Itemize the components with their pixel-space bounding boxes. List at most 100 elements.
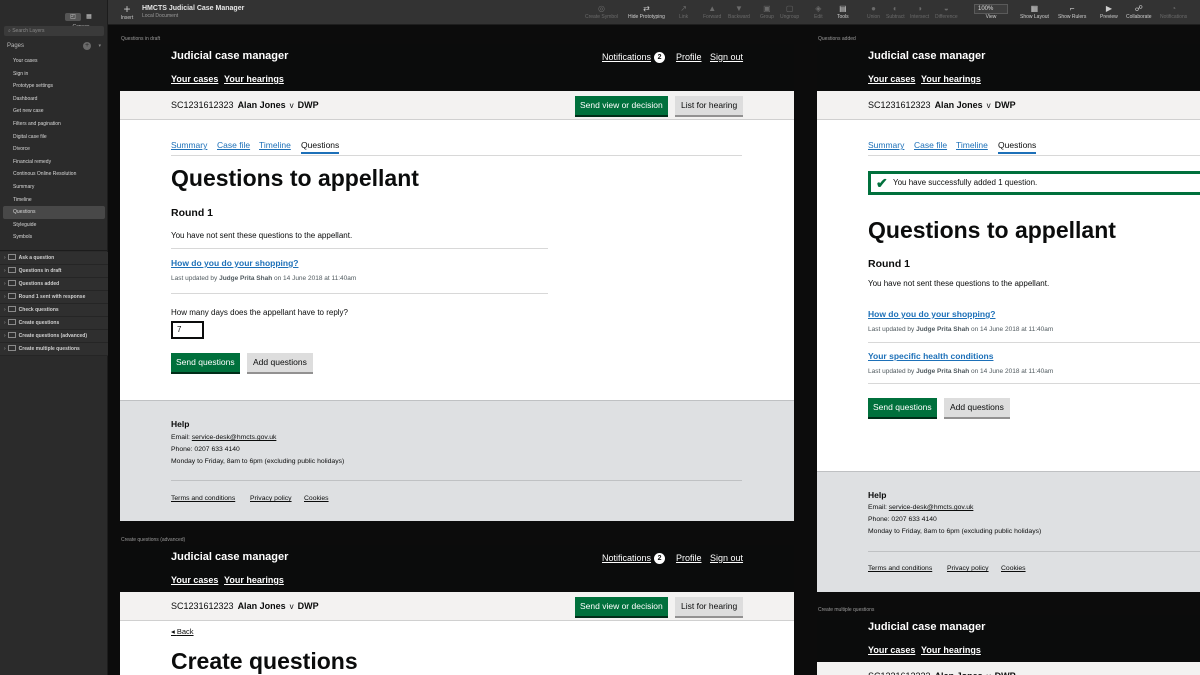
tab-summary[interactable]: Summary xyxy=(171,140,207,150)
collaborate-button[interactable]: ☍ Collaborate xyxy=(1126,4,1152,20)
chevron-down-icon[interactable]: ▾ xyxy=(98,43,101,49)
site-brand[interactable]: Judicial case manager xyxy=(868,50,985,62)
artboard-layer[interactable]: › Create multiple questions xyxy=(0,343,108,356)
notifications-button[interactable]: ◔ Notifications xyxy=(1160,4,1187,20)
show-layout-button[interactable]: ▦ Show Layout xyxy=(1020,4,1049,20)
hide-prototyping-button[interactable]: ⇄ Hide Prototyping xyxy=(628,4,665,20)
page-item[interactable]: Divorce xyxy=(3,143,105,156)
zoom-control[interactable]: 100% View xyxy=(974,4,1008,20)
difference-button[interactable]: ◒ Difference xyxy=(935,4,958,20)
profile-link[interactable]: Profile xyxy=(676,52,702,62)
page-item[interactable]: Continous Online Resolution xyxy=(3,168,105,181)
your-hearings-link[interactable]: Your hearings xyxy=(224,74,284,84)
artboard-layer[interactable]: › Check questions xyxy=(0,304,108,317)
your-hearings-link[interactable]: Your hearings xyxy=(224,575,284,585)
page-item[interactable]: Financial remedy xyxy=(3,156,105,169)
artboard-layer[interactable]: › Create questions xyxy=(0,317,108,330)
page-item[interactable]: Prototype settings xyxy=(3,80,105,93)
chevron-right-icon[interactable]: › xyxy=(4,294,6,300)
terms-link[interactable]: Terms and conditions xyxy=(171,495,235,502)
sign-out-link[interactable]: Sign out xyxy=(710,553,743,563)
privacy-link[interactable]: Privacy policy xyxy=(947,565,989,572)
page-item-selected[interactable]: Questions xyxy=(3,206,105,219)
ungroup-button[interactable]: ▢ Ungroup xyxy=(780,4,799,20)
show-rulers-button[interactable]: ⌐ Show Rulers xyxy=(1058,4,1086,20)
page-item[interactable]: Digital case file xyxy=(3,131,105,144)
cookies-link[interactable]: Cookies xyxy=(304,495,329,502)
zoom-value[interactable]: 100% xyxy=(974,4,1008,14)
notifications-link[interactable]: Notifications 2 xyxy=(602,553,666,564)
page-item[interactable]: Your cases xyxy=(3,55,105,68)
your-cases-link[interactable]: Your cases xyxy=(868,645,915,655)
page-item[interactable]: Get new case xyxy=(3,105,105,118)
artboard-label[interactable]: Create questions (advanced) xyxy=(121,537,185,543)
cookies-link[interactable]: Cookies xyxy=(1001,565,1026,572)
union-button[interactable]: ● Union xyxy=(867,4,880,20)
artboard-label[interactable]: Questions added xyxy=(818,36,856,42)
sign-out-link[interactable]: Sign out xyxy=(710,52,743,62)
canvas-icon[interactable]: ◰ xyxy=(65,13,81,21)
insert-button[interactable]: + Insert xyxy=(117,3,137,21)
page-item[interactable]: Styleguide xyxy=(3,219,105,232)
send-questions-button[interactable]: Send questions xyxy=(171,353,240,372)
privacy-link[interactable]: Privacy policy xyxy=(250,495,292,502)
artboard-label[interactable]: Questions in draft xyxy=(121,36,160,42)
tab-case-file[interactable]: Case file xyxy=(914,140,947,150)
forward-button[interactable]: ▲ Forward xyxy=(703,4,721,20)
back-link[interactable]: ◂ Back xyxy=(171,627,194,636)
list-for-hearing-button[interactable]: List for hearing xyxy=(675,597,744,616)
email-link[interactable]: service-desk@hmcts.gov.uk xyxy=(192,434,277,441)
chevron-right-icon[interactable]: › xyxy=(4,281,6,287)
site-brand[interactable]: Judicial case manager xyxy=(868,621,985,633)
create-symbol-button[interactable]: ◎ Create Symbol xyxy=(585,4,618,20)
page-item[interactable]: Summary xyxy=(3,181,105,194)
intersect-button[interactable]: ◑ Intersect xyxy=(910,4,929,20)
chevron-right-icon[interactable]: › xyxy=(4,320,6,326)
site-brand[interactable]: Judicial case manager xyxy=(171,50,288,62)
chevron-right-icon[interactable]: › xyxy=(4,333,6,339)
tab-summary[interactable]: Summary xyxy=(868,140,904,150)
send-questions-button[interactable]: Send questions xyxy=(868,398,937,417)
artboard-label[interactable]: Create multiple questions xyxy=(818,607,874,613)
group-button[interactable]: ▣ Group xyxy=(760,4,774,20)
your-hearings-link[interactable]: Your hearings xyxy=(921,74,981,84)
days-input[interactable]: 7 xyxy=(171,321,204,339)
list-for-hearing-button[interactable]: List for hearing xyxy=(675,96,744,115)
your-cases-link[interactable]: Your cases xyxy=(868,74,915,84)
components-icon[interactable]: ▦ xyxy=(81,13,97,21)
tab-questions[interactable]: Questions xyxy=(301,140,340,154)
notifications-link[interactable]: Notifications 2 xyxy=(602,52,666,63)
terms-link[interactable]: Terms and conditions xyxy=(868,565,932,572)
edit-button[interactable]: ◈ Edit xyxy=(814,4,823,20)
artboard-layer[interactable]: › Create questions (advanced) xyxy=(0,330,108,343)
your-hearings-link[interactable]: Your hearings xyxy=(921,645,981,655)
tools-button[interactable]: ▤ Tools xyxy=(837,4,849,20)
add-page-icon[interactable]: + xyxy=(83,42,91,50)
page-item[interactable]: Timeline xyxy=(3,194,105,207)
page-item[interactable]: Symbols xyxy=(3,231,105,244)
link-button[interactable]: ↗ Link xyxy=(679,4,688,20)
artboard-layer[interactable]: › Questions added xyxy=(0,278,108,291)
question-link[interactable]: Your specific health conditions xyxy=(868,351,993,361)
artboard-layer[interactable]: › Questions in draft xyxy=(0,265,108,278)
add-questions-button[interactable]: Add questions xyxy=(944,398,1010,417)
tab-case-file[interactable]: Case file xyxy=(217,140,250,150)
send-view-or-decision-button[interactable]: Send view or decision xyxy=(575,96,668,115)
subtract-button[interactable]: ◐ Subtract xyxy=(886,4,905,20)
profile-link[interactable]: Profile xyxy=(676,553,702,563)
chevron-right-icon[interactable]: › xyxy=(4,268,6,274)
tab-timeline[interactable]: Timeline xyxy=(259,140,291,150)
page-item[interactable]: Filters and pagination xyxy=(3,118,105,131)
chevron-right-icon[interactable]: › xyxy=(4,307,6,313)
question-link[interactable]: How do you do your shopping? xyxy=(868,309,995,319)
page-item[interactable]: Dashboard xyxy=(3,93,105,106)
question-link[interactable]: How do you do your shopping? xyxy=(171,258,298,268)
preview-button[interactable]: ▶ Preview xyxy=(1100,4,1118,20)
search-layers-input[interactable]: ⌕ Search Layers xyxy=(4,26,104,36)
site-brand[interactable]: Judicial case manager xyxy=(171,551,288,563)
email-link[interactable]: service-desk@hmcts.gov.uk xyxy=(889,504,974,511)
add-questions-button[interactable]: Add questions xyxy=(247,353,313,372)
artboard-layer[interactable]: › Round 1 sent with response xyxy=(0,291,108,304)
send-view-or-decision-button[interactable]: Send view or decision xyxy=(575,597,668,616)
backward-button[interactable]: ▼ Backward xyxy=(728,4,750,20)
